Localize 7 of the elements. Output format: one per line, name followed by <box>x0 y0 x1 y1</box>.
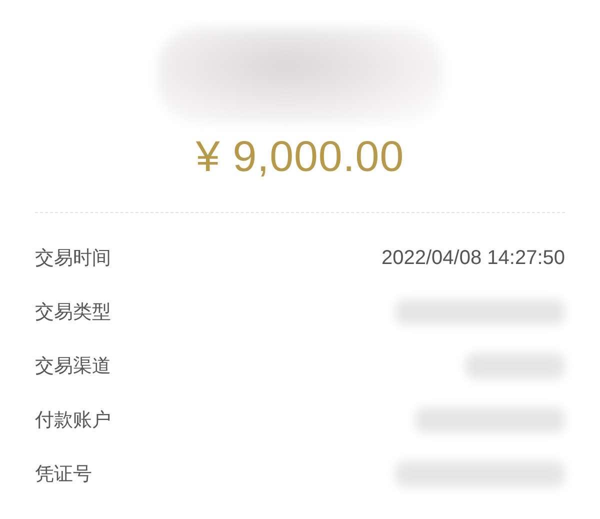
detail-value: 2022/04/08 14:27:50 <box>381 246 565 270</box>
detail-label: 付款账户 <box>35 408 111 433</box>
detail-label: 凭证号 <box>35 462 92 487</box>
detail-label: 交易时间 <box>35 246 111 271</box>
detail-label: 交易类型 <box>35 300 111 325</box>
detail-label: 交易渠道 <box>35 354 111 379</box>
amount: ¥ 9,000.00 <box>196 133 404 182</box>
